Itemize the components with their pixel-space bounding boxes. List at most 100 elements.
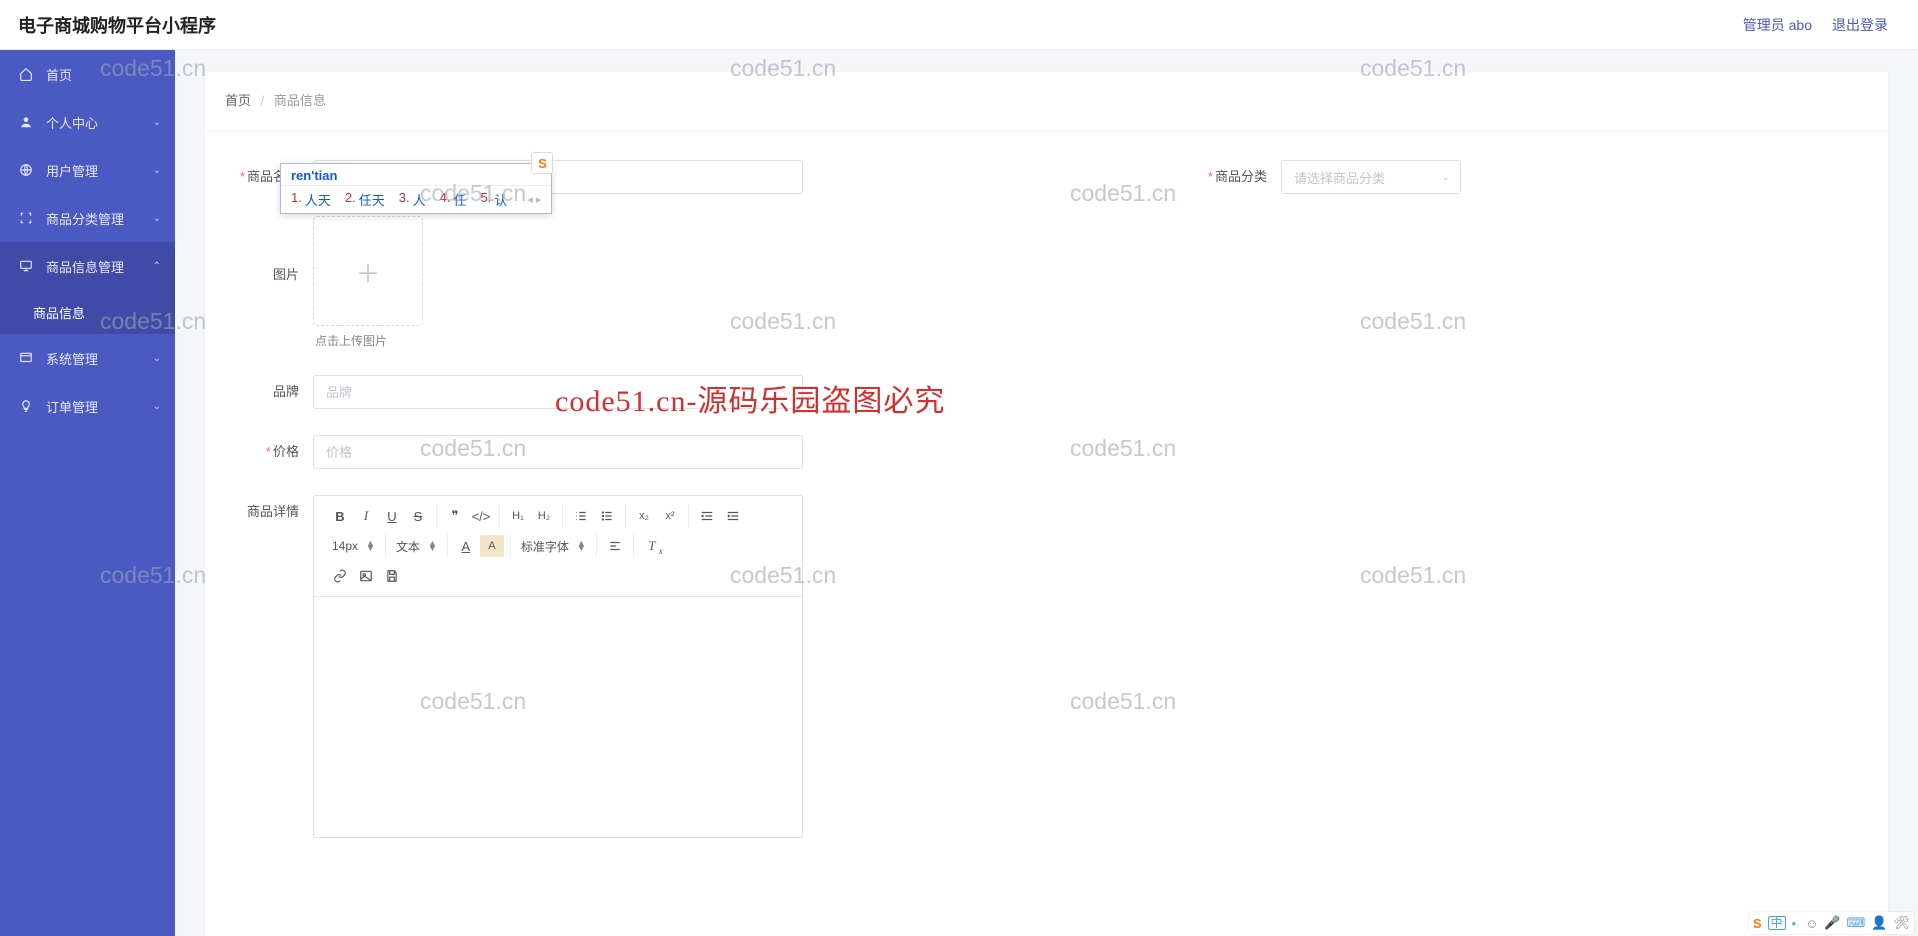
cn-mode-icon[interactable]: 中 bbox=[1768, 916, 1786, 930]
bulb-icon bbox=[18, 398, 34, 414]
chevron-down-icon: ⌄ bbox=[153, 213, 161, 224]
sidebar: 首页 个人中心 ⌄ 用户管理 ⌄ 商品分类管理 ⌄ 商品信息管理 ⌃ 商品信息 … bbox=[0, 50, 175, 936]
monitor-icon bbox=[18, 258, 34, 274]
sidebar-sub-label: 商品信息 bbox=[33, 303, 85, 322]
link-button[interactable] bbox=[328, 565, 352, 587]
breadcrumb-sep: / bbox=[261, 93, 265, 108]
sogou-logo-icon: S bbox=[531, 152, 553, 174]
sidebar-item-label: 商品分类管理 bbox=[46, 209, 124, 228]
sidebar-item-label: 个人中心 bbox=[46, 113, 98, 132]
sidebar-sub-product-info[interactable]: 商品信息 bbox=[0, 290, 175, 334]
sidebar-item-orders[interactable]: 订单管理 ⌄ bbox=[0, 382, 175, 430]
chevron-down-icon: ⌄ bbox=[153, 165, 161, 176]
align-button[interactable] bbox=[603, 535, 627, 557]
ime-candidate[interactable]: 1.人天 bbox=[291, 190, 331, 209]
ime-candidate[interactable]: 4.任 bbox=[440, 190, 467, 209]
logout-link[interactable]: 退出登录 bbox=[1832, 15, 1888, 35]
ime-composition: ren'tian bbox=[281, 164, 551, 186]
save-button[interactable] bbox=[380, 565, 404, 587]
window-icon bbox=[18, 350, 34, 366]
user-icon bbox=[18, 114, 34, 130]
label-detail: 商品详情 bbox=[235, 495, 313, 529]
sidebar-item-label: 商品信息管理 bbox=[46, 257, 124, 276]
chevron-down-icon: ⌄ bbox=[153, 401, 161, 412]
breadcrumb: 首页 / 商品信息 bbox=[205, 90, 1888, 132]
mic-icon[interactable]: 🎤 bbox=[1824, 915, 1840, 931]
upload-box[interactable]: ＋ bbox=[313, 216, 423, 326]
emoji-icon[interactable]: ☺ bbox=[1805, 916, 1818, 931]
keyboard-icon[interactable]: ⌨ bbox=[1847, 915, 1866, 931]
plus-icon: ＋ bbox=[356, 254, 380, 289]
code-button[interactable]: </> bbox=[469, 505, 493, 527]
admin-link[interactable]: 管理员 abo bbox=[1743, 15, 1812, 35]
ime-candidate[interactable]: 5.认 bbox=[480, 190, 507, 209]
ime-candidate[interactable]: 2.任天 bbox=[345, 190, 385, 209]
editor-toolbar: B I U S ❞ </> H₁ H₂ bbox=[314, 496, 802, 597]
strike-button[interactable]: S bbox=[406, 505, 430, 527]
quote-button[interactable]: ❞ bbox=[443, 505, 467, 527]
punct-icon[interactable]: ●․ bbox=[1792, 919, 1800, 928]
sidebar-item-product[interactable]: 商品信息管理 ⌃ bbox=[0, 242, 175, 290]
form: *商品名称 *商品分类 请选择商品分类 ⌄ 图片 ＋ bbox=[205, 132, 1888, 838]
label-image: 图片 bbox=[235, 220, 313, 330]
sogou-icon: S bbox=[1753, 916, 1762, 931]
sidebar-item-home[interactable]: 首页 bbox=[0, 50, 175, 98]
sidebar-item-label: 订单管理 bbox=[46, 397, 98, 416]
outdent-button[interactable] bbox=[695, 505, 719, 527]
bold-button[interactable]: B bbox=[328, 505, 352, 527]
sidebar-item-profile[interactable]: 个人中心 ⌄ bbox=[0, 98, 175, 146]
sidebar-item-label: 用户管理 bbox=[46, 161, 98, 180]
clear-format-button[interactable]: Tx bbox=[640, 535, 664, 557]
font-family-select[interactable]: 标准字体▲▼ bbox=[517, 535, 590, 557]
sidebar-item-category[interactable]: 商品分类管理 ⌄ bbox=[0, 194, 175, 242]
form-row-brand: 品牌 bbox=[235, 375, 1858, 409]
settings-icon[interactable]: 🛠 bbox=[1893, 915, 1910, 931]
editor-body[interactable] bbox=[314, 597, 802, 837]
globe-icon bbox=[18, 162, 34, 178]
subscript-button[interactable]: x₂ bbox=[632, 505, 656, 527]
account-icon[interactable]: 👤 bbox=[1871, 915, 1887, 931]
label-price: *价格 bbox=[235, 435, 313, 469]
indent-button[interactable] bbox=[721, 505, 745, 527]
text-color-button[interactable]: A bbox=[454, 535, 478, 557]
sidebar-item-system[interactable]: 系统管理 ⌄ bbox=[0, 334, 175, 382]
select-category[interactable]: 请选择商品分类 ⌄ bbox=[1281, 160, 1461, 194]
bracket-icon bbox=[18, 210, 34, 226]
block-type-select[interactable]: 文本▲▼ bbox=[392, 535, 441, 557]
home-icon bbox=[18, 66, 34, 82]
breadcrumb-root[interactable]: 首页 bbox=[225, 93, 251, 108]
h1-button[interactable]: H₁ bbox=[506, 505, 530, 527]
sidebar-item-label: 首页 bbox=[46, 65, 72, 84]
unordered-list-button[interactable] bbox=[595, 505, 619, 527]
rich-text-editor: B I U S ❞ </> H₁ H₂ bbox=[313, 495, 803, 838]
chevron-down-icon: ⌄ bbox=[153, 117, 161, 128]
italic-button[interactable]: I bbox=[354, 505, 378, 527]
app-title: 电子商城购物平台小程序 bbox=[18, 12, 216, 38]
form-row-image: 图片 ＋ 点击上传图片 bbox=[235, 220, 1858, 349]
label-category: *商品分类 bbox=[1203, 160, 1281, 194]
bg-color-button[interactable]: A bbox=[480, 535, 504, 557]
ime-candidate-window: S ren'tian 1.人天 2.任天 3.人 4.任 5.认 ◂ ▸ bbox=[280, 163, 552, 214]
input-brand[interactable] bbox=[313, 375, 803, 409]
image-button[interactable] bbox=[354, 565, 378, 587]
chevron-down-icon: ⌄ bbox=[1442, 172, 1450, 183]
ime-page-icon[interactable]: ◂ ▸ bbox=[527, 193, 541, 206]
ime-candidate-list[interactable]: 1.人天 2.任天 3.人 4.任 5.认 ◂ ▸ bbox=[281, 186, 551, 213]
font-size-select[interactable]: 14px▲▼ bbox=[328, 535, 379, 557]
header: 电子商城购物平台小程序 管理员 abo 退出登录 bbox=[0, 0, 1918, 50]
h2-button[interactable]: H₂ bbox=[532, 505, 556, 527]
sidebar-item-label: 系统管理 bbox=[46, 349, 98, 368]
chevron-down-icon: ⌄ bbox=[153, 353, 161, 364]
ime-candidate[interactable]: 3.人 bbox=[399, 190, 426, 209]
chevron-up-icon: ⌃ bbox=[153, 261, 161, 272]
col-category: *商品分类 请选择商品分类 ⌄ bbox=[1203, 160, 1461, 194]
ordered-list-button[interactable] bbox=[569, 505, 593, 527]
form-row-price: *价格 bbox=[235, 435, 1858, 469]
underline-button[interactable]: U bbox=[380, 505, 404, 527]
sidebar-item-users[interactable]: 用户管理 ⌄ bbox=[0, 146, 175, 194]
superscript-button[interactable]: x² bbox=[658, 505, 682, 527]
header-right: 管理员 abo 退出登录 bbox=[1743, 15, 1888, 35]
input-price[interactable] bbox=[313, 435, 803, 469]
select-placeholder: 请选择商品分类 bbox=[1294, 168, 1385, 187]
ime-status-bar[interactable]: S 中 ●․ ☺ 🎤 ⌨ 👤 🛠 bbox=[1749, 912, 1914, 934]
